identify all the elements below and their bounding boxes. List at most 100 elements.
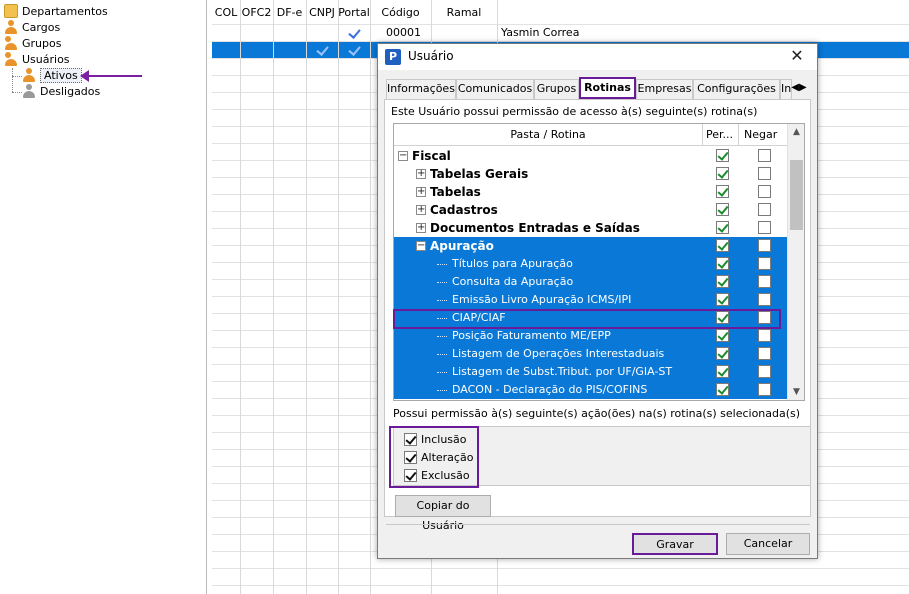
person-icon	[22, 68, 36, 82]
permission-checkbox[interactable]	[716, 257, 729, 270]
routines-scrollbar[interactable]: ▲ ▼	[787, 124, 804, 400]
dialog-titlebar[interactable]: P Usuário ✕	[378, 44, 817, 70]
deny-checkbox[interactable]	[758, 203, 771, 216]
deny-checkbox[interactable]	[758, 149, 771, 162]
tab-comunicados[interactable]: Comunicados	[456, 79, 534, 99]
tree-connector	[437, 282, 447, 283]
collapse-icon[interactable]: −	[416, 241, 426, 251]
cancel-button[interactable]: Cancelar	[726, 533, 810, 555]
routine-row[interactable]: DACON - Declaração do PIS/COFINS	[394, 381, 787, 399]
group-icon	[4, 36, 18, 50]
grid-row-line	[212, 585, 909, 586]
tree-connector	[437, 372, 447, 373]
tree-item-usuarios[interactable]: Usuários	[4, 52, 70, 68]
routine-label: Tabelas Gerais	[430, 167, 529, 181]
close-button[interactable]: ✕	[783, 45, 811, 67]
column-header-ramal[interactable]: Ramal	[431, 4, 497, 22]
routine-row[interactable]: + Tabelas	[394, 183, 787, 201]
column-header-deny[interactable]: Negar	[744, 124, 784, 146]
expand-icon[interactable]: +	[416, 205, 426, 215]
routine-row[interactable]: Listagem de Operações Interestaduais	[394, 345, 787, 363]
scroll-thumb[interactable]	[790, 160, 803, 230]
expand-icon[interactable]: +	[416, 223, 426, 233]
routine-row[interactable]: Consulta da Apuração	[394, 273, 787, 291]
tree-item-label: Departamentos	[22, 5, 108, 18]
routine-label: Documentos Entradas e Saídas	[430, 221, 640, 235]
routine-row[interactable]: − Fiscal	[394, 147, 787, 165]
routine-label: Emissão Livro Apuração ICMS/IPI	[452, 293, 632, 306]
routine-row[interactable]: Listagem de Subst.Tribut. por UF/GIA-ST	[394, 363, 787, 381]
deny-checkbox[interactable]	[758, 293, 771, 306]
tree-item-departamentos[interactable]: Departamentos	[4, 4, 108, 20]
grid-col-sep	[240, 0, 241, 594]
deny-checkbox[interactable]	[758, 257, 771, 270]
tree-item-ativos[interactable]: Ativos	[22, 68, 82, 84]
permission-checkbox[interactable]	[716, 203, 729, 216]
column-header-portal[interactable]: Portal	[338, 4, 370, 22]
permission-checkbox[interactable]	[716, 329, 729, 342]
tab-rotinas[interactable]: Rotinas	[579, 77, 636, 99]
tree-connector	[437, 336, 447, 337]
deny-checkbox[interactable]	[758, 221, 771, 234]
deny-checkbox[interactable]	[758, 275, 771, 288]
routine-row[interactable]: − Apuração	[394, 237, 787, 255]
header-sep	[738, 124, 739, 146]
permission-checkbox[interactable]	[716, 383, 729, 396]
tab-informacoes[interactable]: Informações	[386, 79, 456, 99]
deny-checkbox[interactable]	[758, 167, 771, 180]
column-header-cnpj[interactable]: CNPJ	[306, 4, 338, 22]
folder-icon	[4, 4, 18, 18]
permission-checkbox[interactable]	[716, 293, 729, 306]
routine-row[interactable]: + Tabelas Gerais	[394, 165, 787, 183]
deny-checkbox[interactable]	[758, 239, 771, 252]
deny-checkbox[interactable]	[758, 365, 771, 378]
routine-label: Fiscal	[412, 149, 451, 163]
person-icon	[22, 84, 36, 98]
column-header-col[interactable]: COL	[212, 4, 240, 22]
collapse-icon[interactable]: −	[398, 151, 408, 161]
routine-row[interactable]: Títulos para Apuração	[394, 255, 787, 273]
routine-row[interactable]: + Documentos Entradas e Saídas	[394, 219, 787, 237]
expand-icon[interactable]: +	[416, 187, 426, 197]
permission-checkbox[interactable]	[716, 167, 729, 180]
permission-checkbox[interactable]	[716, 149, 729, 162]
tree-item-desligados[interactable]: Desligados	[22, 84, 100, 100]
permission-checkbox[interactable]	[716, 275, 729, 288]
tree-item-grupos[interactable]: Grupos	[4, 36, 61, 52]
tree-item-label: Grupos	[22, 37, 62, 50]
expand-icon[interactable]: +	[416, 169, 426, 179]
tab-grupos[interactable]: Grupos	[534, 79, 579, 99]
scroll-up-icon[interactable]: ▲	[788, 124, 804, 140]
scroll-down-icon[interactable]: ▼	[788, 384, 804, 400]
save-button[interactable]: Gravar	[632, 533, 718, 555]
grid-col-sep	[306, 0, 307, 594]
routine-row[interactable]: Posição Faturamento ME/EPP	[394, 327, 787, 345]
tree-item-label: Desligados	[40, 85, 101, 98]
permission-checkbox[interactable]	[716, 365, 729, 378]
permission-checkbox[interactable]	[716, 221, 729, 234]
column-header-perm[interactable]: Per...	[706, 124, 738, 146]
routine-row[interactable]: + Cadastros	[394, 201, 787, 219]
column-header-codigo[interactable]: Código	[370, 4, 431, 22]
copy-from-user-button[interactable]: Copiar do Usuário	[395, 495, 491, 532]
column-header-ofc2[interactable]: OFC2	[240, 4, 273, 22]
tree-connector	[437, 390, 447, 391]
permission-checkbox[interactable]	[716, 185, 729, 198]
routine-row[interactable]: Emissão Livro Apuração ICMS/IPI	[394, 291, 787, 309]
deny-checkbox[interactable]	[758, 329, 771, 342]
deny-checkbox[interactable]	[758, 185, 771, 198]
permission-checkbox[interactable]	[716, 239, 729, 252]
tab-scroll-arrows-icon[interactable]: ◀▶	[788, 79, 810, 97]
navigation-tree: Departamentos Cargos Grupos Usuários Ati…	[0, 0, 207, 594]
permission-checkbox[interactable]	[716, 347, 729, 360]
tab-empresas[interactable]: Empresas	[636, 79, 693, 99]
deny-checkbox[interactable]	[758, 383, 771, 396]
column-header-dfe[interactable]: DF-e	[273, 4, 306, 22]
tab-strip: Informações Comunicados Grupos Rotinas E…	[386, 77, 810, 99]
deny-checkbox[interactable]	[758, 347, 771, 360]
column-header-folder[interactable]: Pasta / Rotina	[394, 124, 702, 146]
tab-configuracoes[interactable]: Configurações	[693, 79, 780, 99]
tree-item-cargos[interactable]: Cargos	[4, 20, 60, 36]
grid-row-line	[212, 568, 909, 569]
tree-item-label: Cargos	[22, 21, 61, 34]
